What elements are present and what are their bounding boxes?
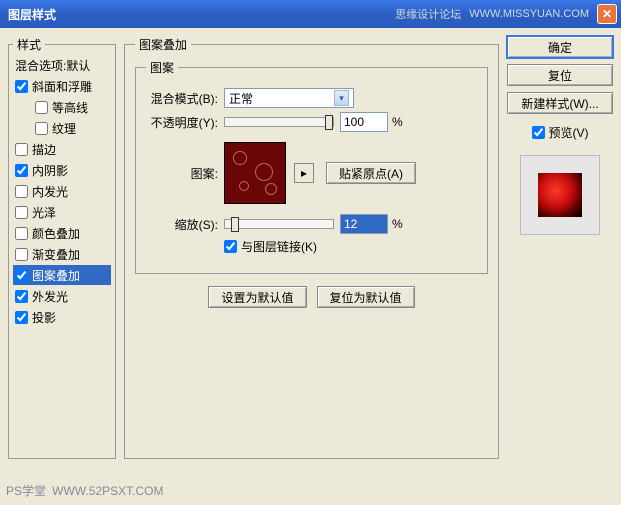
style-item-satin[interactable]: 光泽	[13, 202, 111, 222]
style-item-gradient-overlay[interactable]: 渐变叠加	[13, 244, 111, 264]
style-item-drop-shadow[interactable]: 投影	[13, 307, 111, 327]
link-layer-checkbox[interactable]	[224, 240, 237, 253]
preview-checkbox[interactable]	[532, 126, 545, 139]
opacity-input[interactable]: 100	[340, 112, 388, 132]
pattern-swatch[interactable]	[224, 142, 286, 204]
style-item-outer-glow[interactable]: 外发光	[13, 286, 111, 306]
style-item-contour[interactable]: 等高线	[13, 97, 111, 117]
close-button[interactable]: ✕	[597, 4, 617, 24]
window-title: 图层样式	[4, 6, 395, 23]
opacity-slider[interactable]	[224, 117, 334, 127]
footer-watermark: PS学堂 WWW.52PSXT.COM	[6, 482, 163, 499]
opacity-label: 不透明度(Y):	[146, 114, 224, 131]
watermark-url: WWW.MISSYUAN.COM	[469, 8, 589, 20]
scale-input[interactable]: 12	[340, 214, 388, 234]
style-item-color-overlay[interactable]: 颜色叠加	[13, 223, 111, 243]
scale-label: 缩放(S):	[146, 216, 224, 233]
snap-origin-button[interactable]: 贴紧原点(A)	[326, 162, 416, 184]
style-item-inner-glow[interactable]: 内发光	[13, 181, 111, 201]
preview-swatch	[538, 173, 582, 217]
ok-button[interactable]: 确定	[507, 36, 613, 58]
style-item-stroke[interactable]: 描边	[13, 139, 111, 159]
pattern-menu-button[interactable]: ▸	[294, 163, 314, 183]
new-style-button[interactable]: 新建样式(W)...	[507, 92, 613, 114]
scale-slider[interactable]	[224, 219, 334, 229]
chevron-down-icon: ▾	[334, 90, 349, 106]
set-default-button[interactable]: 设置为默认值	[208, 286, 306, 308]
opacity-unit: %	[392, 115, 403, 129]
blend-mode-label: 混合模式(B):	[146, 90, 224, 107]
pattern-group: 图案 混合模式(B): 正常 ▾ 不透明度(Y): 100 % 图案	[135, 59, 488, 274]
titlebar: 图层样式 思缘设计论坛 WWW.MISSYUAN.COM ✕	[0, 0, 621, 28]
styles-list: 混合选项:默认 斜面和浮雕 等高线 纹理 描边 内阴影 内发光 光泽 颜色叠加 …	[13, 53, 111, 327]
scale-unit: %	[392, 217, 403, 231]
preview-label: 预览(V)	[549, 124, 589, 141]
style-item-texture[interactable]: 纹理	[13, 118, 111, 138]
main-panel-title: 图案叠加	[135, 36, 191, 53]
blend-mode-select[interactable]: 正常 ▾	[224, 88, 354, 108]
style-item-bevel[interactable]: 斜面和浮雕	[13, 76, 111, 96]
pattern-group-title: 图案	[146, 59, 178, 76]
styles-panel: 样式 混合选项:默认 斜面和浮雕 等高线 纹理 描边 内阴影 内发光 光泽 颜色…	[8, 36, 116, 459]
style-item-pattern-overlay[interactable]: 图案叠加	[13, 265, 111, 285]
cancel-button[interactable]: 复位	[507, 64, 613, 86]
pattern-label: 图案:	[146, 165, 224, 182]
styles-header: 样式	[13, 36, 45, 53]
watermark-text: 思缘设计论坛	[395, 6, 461, 22]
style-item-inner-shadow[interactable]: 内阴影	[13, 160, 111, 180]
link-layer-label: 与图层链接(K)	[241, 238, 317, 255]
menu-arrow-icon: ▸	[301, 166, 307, 180]
preview-box	[520, 155, 600, 235]
blend-options-item[interactable]: 混合选项:默认	[13, 55, 111, 75]
reset-default-button[interactable]: 复位为默认值	[317, 286, 415, 308]
main-panel: 图案叠加 图案 混合模式(B): 正常 ▾ 不透明度(Y): 100 %	[124, 36, 499, 459]
